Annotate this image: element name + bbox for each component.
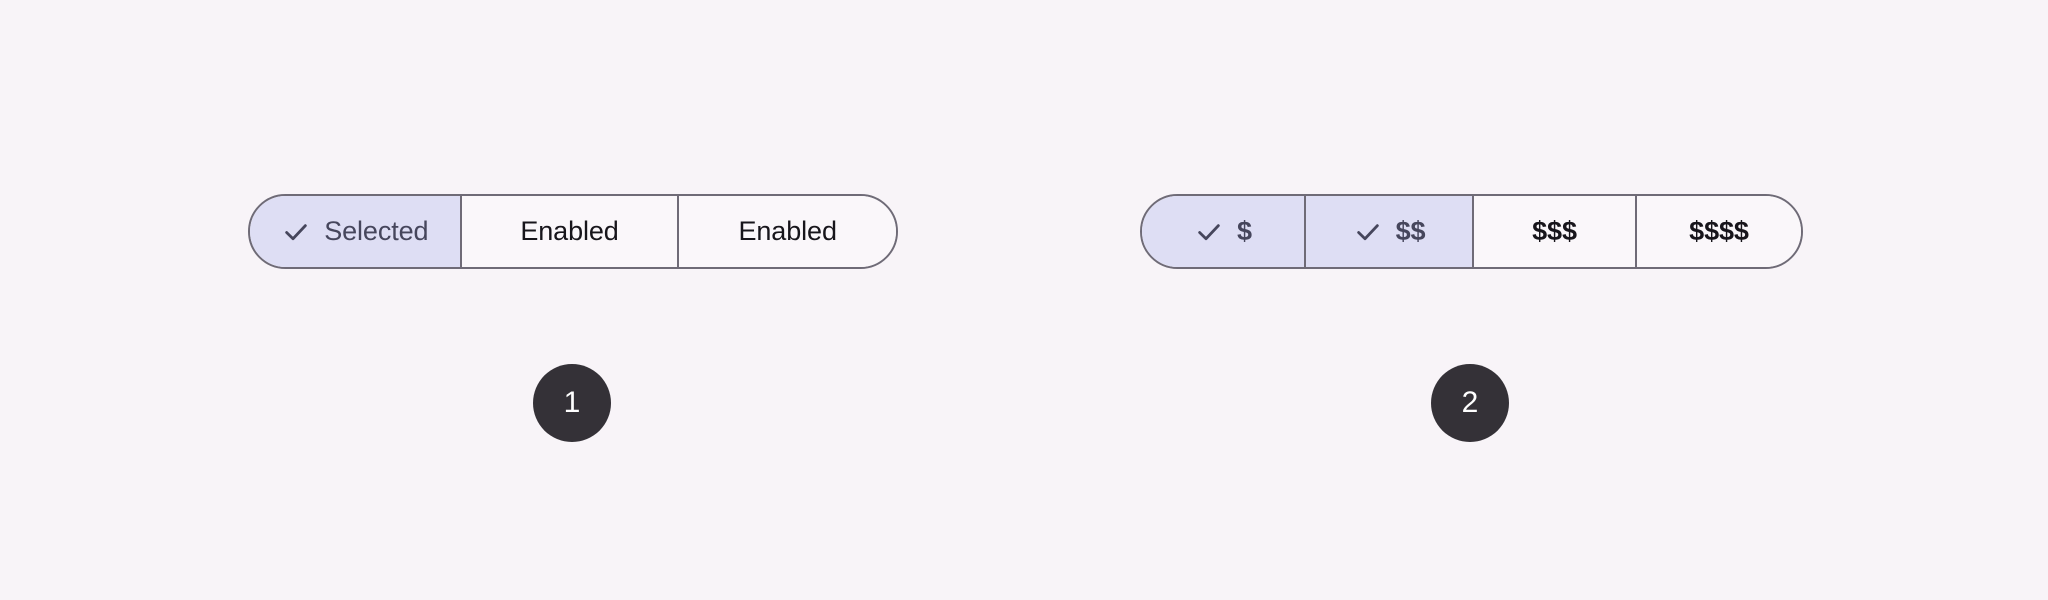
badge-2: 2: [1431, 364, 1509, 442]
segment-label: Enabled: [520, 216, 619, 246]
canvas: Selected Enabled Enabled 1 $ $$ $$$ $$$$…: [0, 0, 2048, 600]
badge-number: 2: [1461, 386, 1479, 419]
segment-label: $: [1237, 216, 1252, 246]
segment-label: Selected: [324, 216, 429, 246]
check-icon: [1353, 217, 1383, 247]
badge-number: 1: [563, 386, 581, 419]
segment-label: $$: [1395, 216, 1426, 246]
segment-label: Enabled: [738, 216, 837, 246]
segment-price-2[interactable]: $$: [1306, 196, 1474, 267]
segment-label: $$$$: [1689, 216, 1749, 246]
segmented-control-1[interactable]: Selected Enabled Enabled: [248, 194, 898, 269]
segment-price-1[interactable]: $: [1142, 196, 1307, 267]
segment-enabled-1[interactable]: Enabled: [461, 196, 680, 267]
segment-price-4[interactable]: $$$$: [1637, 196, 1801, 267]
segment-enabled-2[interactable]: Enabled: [679, 196, 896, 267]
segment-label: $$$: [1532, 216, 1577, 246]
check-icon: [281, 217, 311, 247]
badge-1: 1: [533, 364, 611, 442]
segment-price-3[interactable]: $$$: [1474, 196, 1638, 267]
check-icon: [1194, 217, 1224, 247]
segmented-control-2[interactable]: $ $$ $$$ $$$$: [1140, 194, 1803, 269]
segment-selected[interactable]: Selected: [250, 196, 462, 267]
